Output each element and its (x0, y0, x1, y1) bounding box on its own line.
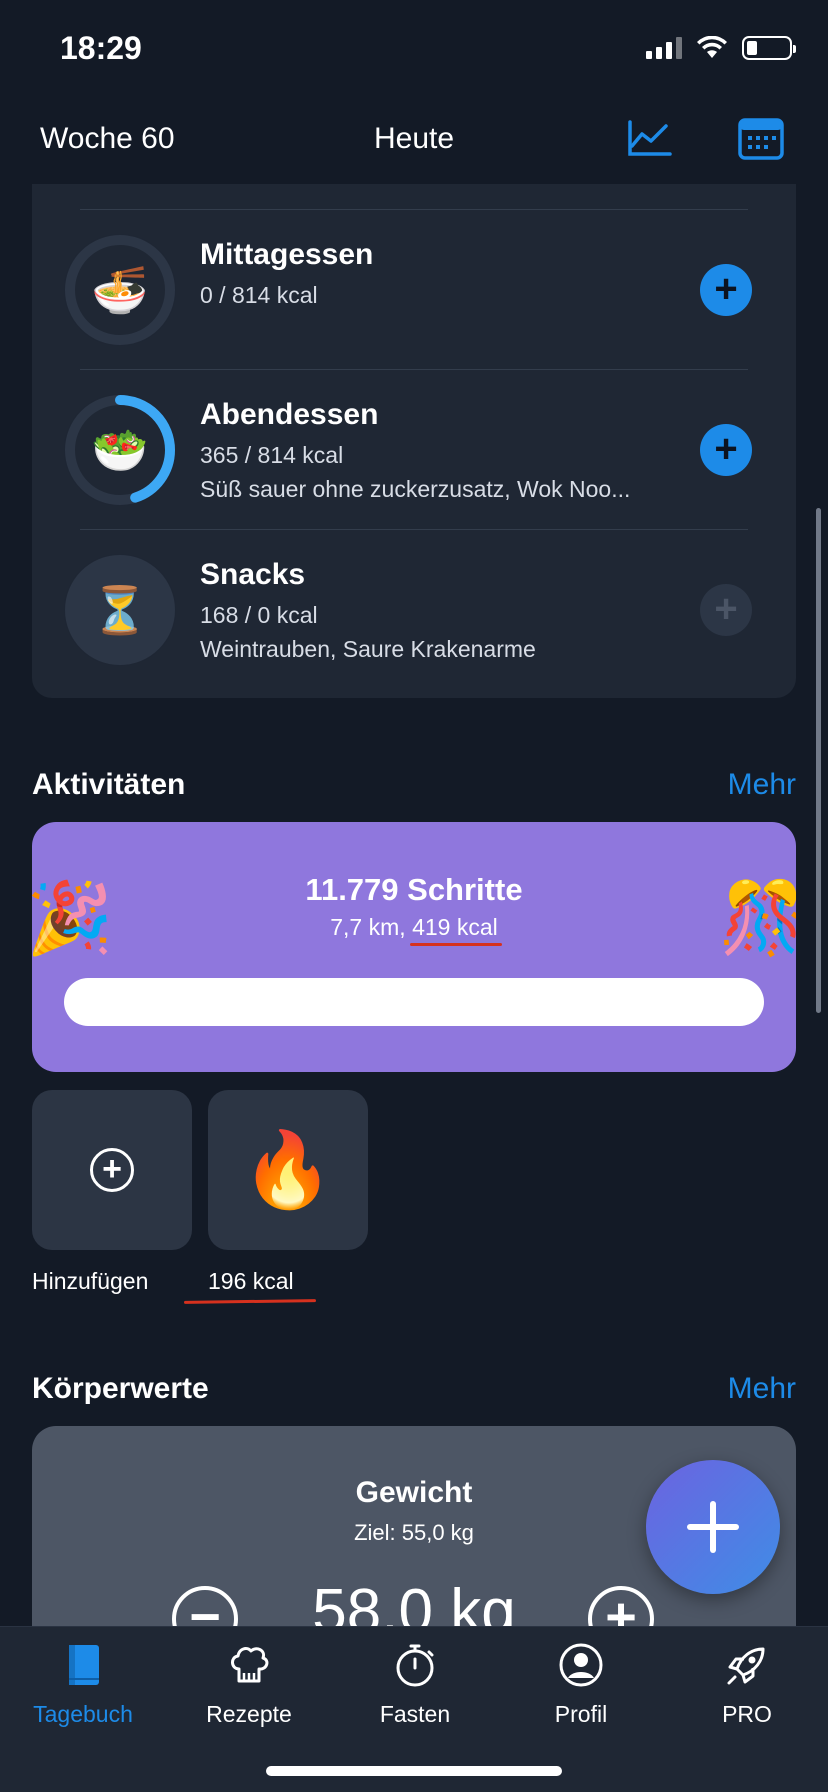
add-circle-icon: + (90, 1148, 134, 1192)
meal-row-lunch[interactable]: 🍜 Mittagessen 0 / 814 kcal + (32, 210, 796, 370)
meal-items: Süß sauer ohne zuckerzusatz, Wok Noo... (200, 476, 631, 502)
meal-title: Mittagessen (200, 238, 374, 271)
rocket-icon (727, 1647, 765, 1685)
stopwatch-icon (396, 1644, 434, 1687)
steps-kcal: 419 kcal (412, 914, 498, 940)
calendar-icon[interactable] (736, 114, 786, 164)
steps-distance: 7,7 km, (330, 914, 413, 940)
burned-calories-tile[interactable]: 🔥 (208, 1090, 368, 1250)
activities-title: Aktivitäten (32, 768, 186, 801)
add-activity-label: Hinzufügen (32, 1268, 149, 1294)
chef-hat-icon (231, 1647, 269, 1683)
plus-icon-stroke (710, 1501, 716, 1553)
fire-icon: 🔥 (241, 1128, 335, 1211)
week-label[interactable]: Woche 60 (40, 122, 175, 156)
tab-profil[interactable]: Profil (498, 1635, 664, 1745)
soup-bowl-icon: 🍜 (91, 264, 149, 316)
meal-kcal: 0 / 814 kcal (200, 282, 318, 308)
meal-row-dinner[interactable]: 🥗 Abendessen 365 / 814 kcal Süß sauer oh… (32, 370, 796, 530)
steps-card[interactable]: 🎉 🎊 11.779 Schritte 7,7 km, 419 kcal (32, 822, 796, 1072)
wifi-icon (697, 36, 727, 58)
add-entry-fab[interactable] (646, 1460, 780, 1594)
home-indicator[interactable] (266, 1766, 562, 1776)
meal-title: Abendessen (200, 398, 379, 431)
meals-card: 🍜 Mittagessen 0 / 814 kcal + 🥗 Abendesse… (32, 160, 796, 698)
steps-summary: 7,7 km, 419 kcal (32, 914, 796, 941)
tab-label: Profil (554, 1701, 608, 1727)
body-values-title: Körperwerte (32, 1372, 209, 1405)
status-icons (646, 36, 796, 60)
cellular-signal-icon (646, 37, 682, 59)
tab-tagebuch[interactable]: Tagebuch (0, 1635, 166, 1745)
book-icon (69, 1645, 99, 1685)
meal-kcal: 168 / 0 kcal (200, 602, 318, 628)
meal-kcal: 365 / 814 kcal (200, 442, 344, 468)
activities-more-link[interactable]: Mehr (728, 768, 796, 802)
line-chart-icon[interactable] (624, 114, 674, 164)
add-dinner-button[interactable]: + (700, 424, 752, 476)
add-activity-tile[interactable]: + (32, 1090, 192, 1250)
tab-label: Tagebuch (33, 1701, 133, 1727)
salad-icon: 🥗 (91, 424, 149, 476)
scrollbar[interactable] (816, 508, 821, 1013)
add-lunch-button[interactable]: + (700, 264, 752, 316)
steps-progress-bar (64, 978, 764, 1026)
tab-rezepte[interactable]: Rezepte (166, 1635, 332, 1745)
steps-count: 11.779 Schritte (305, 872, 523, 907)
status-time: 18:29 (60, 30, 142, 66)
tab-label: Fasten (379, 1701, 451, 1727)
meal-row-snacks[interactable]: ⏳ Snacks 168 / 0 kcal Weintrauben, Saure… (32, 530, 796, 690)
status-bar: 18:29 (0, 0, 828, 100)
hourglass-icon: ⏳ (91, 584, 149, 636)
burned-calories-label: 196 kcal (208, 1268, 294, 1294)
meal-title: Snacks (200, 558, 306, 591)
add-snacks-button[interactable]: + (700, 584, 752, 636)
tab-fasten[interactable]: Fasten (332, 1635, 498, 1745)
tab-label: PRO (722, 1701, 772, 1727)
meal-items: Weintrauben, Saure Krakenarme (200, 636, 536, 662)
body-values-more-link[interactable]: Mehr (728, 1372, 796, 1406)
top-navigation: Woche 60 Heute (0, 100, 828, 184)
battery-icon (742, 36, 796, 60)
tab-label: Rezepte (206, 1701, 292, 1727)
profile-icon (559, 1643, 603, 1687)
tab-pro[interactable]: PRO (664, 1635, 828, 1745)
